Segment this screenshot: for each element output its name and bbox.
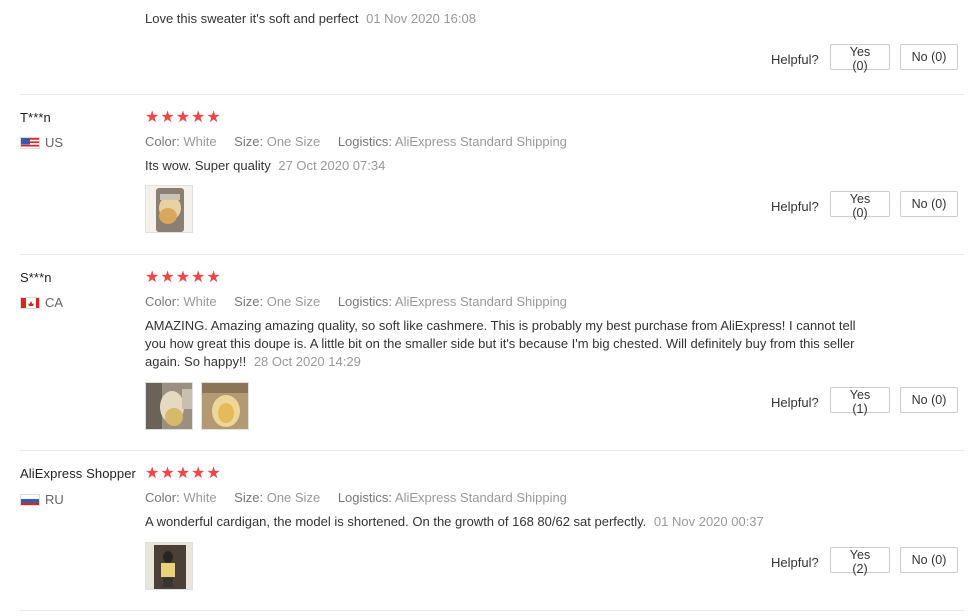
reviewer-country: US	[20, 135, 63, 150]
star-rating: ★ ★ ★ ★ ★	[145, 466, 221, 482]
star-icon: ★	[191, 269, 206, 286]
helpful-label: Helpful?	[771, 555, 819, 570]
star-icon: ★	[191, 465, 206, 482]
star-icon: ★	[175, 465, 191, 482]
review-meta: Color: White Size: One Size Logistics: A…	[145, 294, 567, 309]
size-value: One Size	[266, 134, 321, 149]
helpful-yes-button[interactable]: Yes (1)	[830, 387, 890, 416]
logistics-label: Logistics:	[337, 294, 393, 309]
logistics-label: Logistics:	[337, 134, 393, 149]
review-date: 27 Oct 2020 07:34	[278, 158, 386, 173]
logistics-label: Logistics:	[337, 490, 393, 505]
ru-flag-icon	[20, 493, 40, 506]
review-date: 01 Nov 2020 00:37	[653, 514, 764, 529]
color-label: Color:	[145, 134, 180, 149]
ca-flag-icon	[20, 296, 40, 309]
star-icon: ★	[175, 269, 191, 286]
review-photo-thumbnail[interactable]	[145, 185, 193, 233]
helpful-yes-button[interactable]: Yes (0)	[830, 44, 890, 73]
country-code: CA	[45, 295, 64, 310]
review-photo-thumbnail[interactable]	[145, 542, 193, 590]
logistics-value: AliExpress Standard Shipping	[394, 490, 567, 505]
star-icon: ★	[145, 269, 160, 286]
review-divider	[20, 610, 964, 611]
logistics-value: AliExpress Standard Shipping	[394, 294, 567, 309]
star-icon: ★	[206, 109, 221, 126]
helpful-no-button[interactable]: No (0)	[900, 547, 958, 573]
helpful-label: Helpful?	[771, 52, 819, 67]
review-divider	[20, 254, 964, 255]
logistics-value: AliExpress Standard Shipping	[394, 134, 567, 149]
star-icon: ★	[206, 269, 221, 286]
reviewer-name: AliExpress Shopper	[20, 466, 136, 481]
review-photo-thumbnail[interactable]	[201, 382, 249, 430]
star-icon: ★	[160, 269, 175, 286]
star-icon: ★	[206, 465, 221, 482]
review-photo-thumbnail[interactable]	[145, 382, 193, 430]
helpful-yes-button[interactable]: Yes (0)	[830, 191, 890, 220]
helpful-no-button[interactable]: No (0)	[900, 44, 958, 70]
review-text: Love this sweater it's soft and perfect …	[145, 10, 865, 28]
star-icon: ★	[175, 109, 191, 126]
star-icon: ★	[160, 109, 175, 126]
country-code: RU	[45, 492, 64, 507]
review-divider	[20, 450, 964, 451]
review-meta: Color: White Size: One Size Logistics: A…	[145, 490, 567, 505]
review-body: A wonderful cardigan, the model is short…	[145, 514, 647, 529]
review-text: AMAZING. Amazing amazing quality, so sof…	[145, 317, 865, 371]
helpful-label: Helpful?	[771, 395, 819, 410]
review-body: Its wow. Super quality	[145, 158, 271, 173]
color-value: White	[183, 134, 217, 149]
reviewer-name: S***n	[20, 270, 52, 285]
color-value: White	[183, 490, 217, 505]
review-body: AMAZING. Amazing amazing quality, so sof…	[145, 318, 856, 369]
review-date: 28 Oct 2020 14:29	[253, 354, 361, 369]
star-rating: ★ ★ ★ ★ ★	[145, 110, 221, 126]
country-code: US	[45, 135, 64, 150]
review-text: A wonderful cardigan, the model is short…	[145, 513, 925, 531]
helpful-no-button[interactable]: No (0)	[900, 191, 958, 217]
review-body: Love this sweater it's soft and perfect	[145, 11, 359, 26]
size-value: One Size	[266, 490, 321, 505]
star-icon: ★	[191, 109, 206, 126]
helpful-yes-button[interactable]: Yes (2)	[830, 547, 890, 576]
review-meta: Color: White Size: One Size Logistics: A…	[145, 134, 567, 149]
star-icon: ★	[160, 465, 175, 482]
us-flag-icon	[20, 136, 40, 149]
star-rating: ★ ★ ★ ★ ★	[145, 270, 221, 286]
helpful-no-button[interactable]: No (0)	[900, 387, 958, 413]
size-value: One Size	[266, 294, 321, 309]
reviewer-country: CA	[20, 295, 63, 310]
review-divider	[20, 94, 964, 95]
color-label: Color:	[145, 294, 180, 309]
color-value: White	[183, 294, 217, 309]
size-label: Size:	[234, 134, 264, 149]
size-label: Size:	[234, 294, 264, 309]
size-label: Size:	[234, 490, 264, 505]
star-icon: ★	[145, 465, 160, 482]
reviewer-name: T***n	[20, 110, 51, 125]
helpful-label: Helpful?	[771, 199, 819, 214]
color-label: Color:	[145, 490, 180, 505]
star-icon: ★	[145, 109, 160, 126]
review-date: 01 Nov 2020 16:08	[366, 11, 476, 26]
review-text: Its wow. Super quality 27 Oct 2020 07:34	[145, 157, 865, 175]
reviewer-country: RU	[20, 492, 64, 507]
